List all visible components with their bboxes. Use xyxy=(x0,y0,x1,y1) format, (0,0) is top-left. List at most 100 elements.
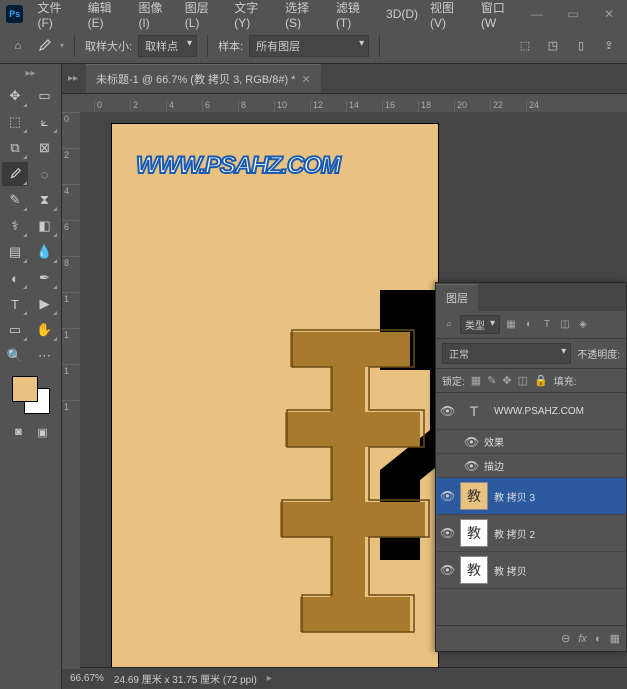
eyedropper-preset-icon[interactable] xyxy=(34,36,54,56)
tabrow-expand-icon[interactable]: ▸▸ xyxy=(68,73,82,84)
filter-shape-icon[interactable]: ◫ xyxy=(558,318,572,332)
shape-tool[interactable]: ▭ xyxy=(2,318,28,342)
visibility-icon[interactable]: 👁 xyxy=(440,563,454,577)
layers-tab[interactable]: 图层 xyxy=(436,284,478,311)
filter-smart-icon[interactable]: ◈ xyxy=(576,318,590,332)
layer-name[interactable]: 教 拷贝 2 xyxy=(494,526,622,541)
lock-artboard-icon[interactable]: ◫ xyxy=(518,374,528,387)
layer-name[interactable]: 教 拷贝 xyxy=(494,563,622,578)
filter-adjust-icon[interactable]: ◐ xyxy=(522,318,536,332)
menu-layer[interactable]: 图层(L) xyxy=(179,0,229,30)
visibility-icon[interactable]: 👁 xyxy=(440,404,454,418)
window-min-icon[interactable]: — xyxy=(525,7,549,21)
quick-select-tool[interactable]: ◌ xyxy=(32,162,58,186)
app-logo: Ps xyxy=(6,5,23,23)
opt-icon-3[interactable]: ▯ xyxy=(571,36,591,56)
quickmask-icon[interactable]: ◙ xyxy=(9,424,29,440)
sample-size-label: 取样大小: xyxy=(85,38,132,54)
menu-edit[interactable]: 编辑(E) xyxy=(82,0,133,30)
menu-select[interactable]: 选择(S) xyxy=(279,0,330,30)
menu-type[interactable]: 文字(Y) xyxy=(228,0,279,30)
fill-label: 填充: xyxy=(554,373,577,388)
titlebar: Ps 文件(F) 编辑(E) 图像(I) 图层(L) 文字(Y) 选择(S) 滤… xyxy=(0,0,627,28)
brush-tool[interactable]: ✎ xyxy=(2,188,28,212)
layer-fx-icon[interactable]: fx xyxy=(578,633,587,645)
filter-kind-select[interactable]: 类型 xyxy=(460,315,500,334)
artboard-tool[interactable]: ▭ xyxy=(32,84,58,108)
color-swatch[interactable] xyxy=(12,376,50,414)
opt-icon-2[interactable]: ◳ xyxy=(543,36,563,56)
slice-tool[interactable]: ⊠ xyxy=(32,136,58,160)
tool-extra[interactable]: ⋯ xyxy=(32,344,58,368)
screenmode-icon[interactable]: ▣ xyxy=(33,424,53,440)
lasso-tool[interactable]: ⟀ xyxy=(32,110,58,134)
menu-view[interactable]: 视图(V) xyxy=(424,0,475,30)
layer-row[interactable]: 👁 教 教 拷贝 3 xyxy=(436,478,626,515)
path-select-tool[interactable]: ▶ xyxy=(32,292,58,316)
status-dims: 24.69 厘米 x 31.75 厘米 (72 ppi) xyxy=(114,671,257,686)
sample-size-select[interactable]: 取样点 xyxy=(138,35,197,57)
sample-select[interactable]: 所有图层 xyxy=(249,35,369,57)
layer-row[interactable]: 👁 教 教 拷贝 2 xyxy=(436,515,626,552)
home-icon[interactable]: ⌂ xyxy=(8,36,28,56)
foreground-color[interactable] xyxy=(12,376,38,402)
toolbox-expand-icon[interactable]: ▸▸ xyxy=(2,68,59,82)
layers-bottom-bar: ⊖ fx ◐ ▦ xyxy=(436,625,626,651)
layer-name[interactable]: WWW.PSAHZ.COM xyxy=(494,406,622,417)
visibility-icon[interactable]: 👁 xyxy=(464,459,478,473)
zoom-tool[interactable]: 🔍 xyxy=(2,344,28,368)
menu-file[interactable]: 文件(F) xyxy=(31,0,81,30)
move-tool[interactable]: ✥ xyxy=(2,84,28,108)
lock-pos-icon[interactable]: ✥ xyxy=(502,374,511,387)
blend-mode-select[interactable]: 正常 xyxy=(442,343,571,364)
status-bar: 66.67% 24.69 厘米 x 31.75 厘米 (72 ppi) ▸ xyxy=(62,667,627,689)
share-icon[interactable]: ⇪ xyxy=(599,36,619,56)
filter-type-icon[interactable]: T xyxy=(540,318,554,332)
eyedropper-tool[interactable] xyxy=(2,162,28,186)
pen-tool[interactable]: ✒ xyxy=(32,266,58,290)
layer-row[interactable]: 👁 T WWW.PSAHZ.COM xyxy=(436,393,626,430)
menu-image[interactable]: 图像(I) xyxy=(132,0,178,30)
layer-fx-stroke: 描边 xyxy=(484,458,622,473)
crop-tool[interactable]: ⧉ xyxy=(2,136,28,160)
visibility-icon[interactable]: 👁 xyxy=(440,489,454,503)
dodge-tool[interactable]: ◐ xyxy=(2,266,28,290)
menu-window[interactable]: 窗口(W xyxy=(475,0,525,30)
opt-icon-1[interactable]: ⬚ xyxy=(515,36,535,56)
lock-paint-icon[interactable]: ✎ xyxy=(487,374,496,387)
link-layers-icon[interactable]: ⊖ xyxy=(561,632,570,645)
tab-close-icon[interactable]: ✕ xyxy=(301,73,310,86)
visibility-icon[interactable]: 👁 xyxy=(440,526,454,540)
layer-thumb: 教 xyxy=(460,519,488,547)
layer-fx-item[interactable]: 👁 描边 xyxy=(436,454,626,478)
visibility-icon[interactable]: 👁 xyxy=(464,435,478,449)
marquee-tool[interactable]: ⬚ xyxy=(2,110,28,134)
menu-3d[interactable]: 3D(D) xyxy=(380,7,424,21)
layer-thumb-text: T xyxy=(460,397,488,425)
filter-pixel-icon[interactable]: ▦ xyxy=(504,318,518,332)
lock-all-icon[interactable]: 🔒 xyxy=(534,374,548,387)
clone-tool[interactable]: ⧗ xyxy=(32,188,58,212)
layer-fx-row[interactable]: 👁 效果 xyxy=(436,430,626,454)
gradient-tool[interactable]: ▤ xyxy=(2,240,28,264)
hand-tool[interactable]: ✋ xyxy=(32,318,58,342)
status-arrow-icon[interactable]: ▸ xyxy=(267,673,272,684)
window-max-icon[interactable]: ▭ xyxy=(561,7,585,21)
menu-filter[interactable]: 滤镜(T) xyxy=(330,0,380,30)
lock-trans-icon[interactable]: ▦ xyxy=(471,374,481,387)
type-tool[interactable]: T xyxy=(2,292,28,316)
healing-tool[interactable]: ⚕ xyxy=(2,214,28,238)
eraser-tool[interactable]: ◧ xyxy=(32,214,58,238)
document-canvas[interactable]: WWW.PSAHZ.COM xyxy=(112,124,438,667)
blur-tool[interactable]: 💧 xyxy=(32,240,58,264)
layer-row[interactable]: 👁 教 教 拷贝 xyxy=(436,552,626,589)
status-zoom[interactable]: 66.67% xyxy=(70,673,104,684)
layer-mask-icon[interactable]: ◐ xyxy=(595,633,602,645)
window-close-icon[interactable]: ✕ xyxy=(597,7,621,21)
layers-panel: 图层 ⌕ 类型 ▦ ◐ T ◫ ◈ 正常 不透明度: 锁定: ▦ ✎ ✥ ◫ 🔒… xyxy=(435,282,627,652)
filter-kind-icon[interactable]: ⌕ xyxy=(442,318,456,332)
adjustment-icon[interactable]: ▦ xyxy=(610,632,620,645)
document-tab[interactable]: 未标题-1 @ 66.7% (教 拷贝 3, RGB/8#) * ✕ xyxy=(86,64,321,93)
opacity-label: 不透明度: xyxy=(577,346,620,361)
layer-name[interactable]: 教 拷贝 3 xyxy=(494,489,622,504)
